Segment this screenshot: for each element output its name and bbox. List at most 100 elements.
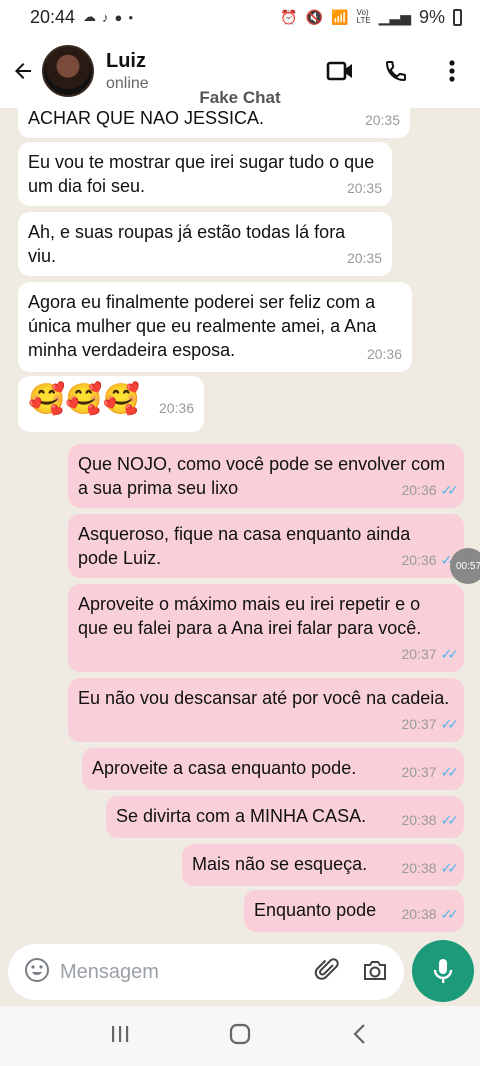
message-time: 20:38 bbox=[401, 906, 437, 922]
message-text: Eu não vou descansar até por você na cad… bbox=[78, 688, 450, 708]
contact-status: online bbox=[106, 74, 149, 92]
message-bubble-outgoing[interactable]: Aproveite a casa enquanto pode. 20:37 ✓✓ bbox=[82, 748, 464, 790]
message-bubble-outgoing[interactable]: Eu não vou descansar até por você na cad… bbox=[68, 678, 464, 742]
status-bar: 20:44 ☁ ♪ ● ● ⏰ 🔇 📶 Vo) LTE ▁▃▅ 9% bbox=[0, 0, 480, 34]
message-placeholder: Mensagem bbox=[60, 960, 159, 983]
message-meta: 20:36 ✓✓ bbox=[401, 548, 459, 572]
tiktok-icon: ♪ bbox=[102, 9, 109, 25]
message-bubble-incoming[interactable]: Agora eu finalmente poderei ser feliz co… bbox=[18, 282, 412, 372]
message-meta: 20:37 ✓✓ bbox=[401, 760, 460, 784]
message-time: 20:36 bbox=[366, 346, 402, 362]
message-text: Que NOJO, como você pode se envolver com… bbox=[78, 454, 446, 498]
message-bubble-incoming[interactable]: Eu vou te mostrar que irei sugar tudo o … bbox=[18, 142, 392, 206]
read-receipt-icon: ✓✓ bbox=[440, 646, 460, 662]
read-receipt-icon: ✓✓ bbox=[440, 812, 460, 828]
message-input[interactable]: Mensagem bbox=[8, 944, 404, 1000]
message-text: Enquanto pode bbox=[254, 900, 377, 920]
message-bubble-outgoing[interactable]: Enquanto pode 20:38 ✓✓ bbox=[244, 890, 464, 932]
avatar[interactable] bbox=[42, 45, 94, 97]
message-text: ACHAR QUE NAO JESSICA. bbox=[28, 108, 265, 128]
status-time: 20:44 bbox=[30, 6, 76, 27]
more-options-icon[interactable] bbox=[438, 57, 466, 85]
recording-timer-bubble[interactable]: 00:57 bbox=[450, 548, 480, 584]
recent-apps-icon[interactable] bbox=[109, 1023, 131, 1050]
composer-actions bbox=[314, 957, 388, 988]
header-actions bbox=[326, 57, 466, 85]
message-meta: 20:35 bbox=[347, 246, 382, 270]
message-bubble-incoming[interactable]: Ah, e suas roupas já estão todas lá fora… bbox=[18, 212, 392, 276]
video-call-icon[interactable] bbox=[326, 57, 354, 85]
system-navigation-bar bbox=[0, 1006, 480, 1066]
read-receipt-icon: ✓✓ bbox=[440, 482, 460, 498]
voice-call-icon[interactable] bbox=[382, 57, 410, 85]
message-text: Aproveite a casa enquanto pode. bbox=[92, 758, 357, 778]
message-bubble-outgoing[interactable]: Que NOJO, como você pode se envolver com… bbox=[68, 444, 464, 508]
composer-bar: Mensagem bbox=[0, 940, 480, 1006]
message-meta: 20:37 ✓✓ bbox=[401, 712, 460, 736]
message-meta: 20:35 bbox=[347, 176, 382, 200]
contact-name: Luiz bbox=[106, 49, 146, 72]
message-bubble-incoming[interactable]: 🥰🥰🥰 20:36 bbox=[18, 376, 204, 432]
message-time: 20:36 bbox=[401, 552, 437, 568]
message-list[interactable]: ACHAR QUE NAO JESSICA. 20:35 Eu vou te m… bbox=[0, 108, 480, 940]
attach-icon[interactable] bbox=[314, 957, 340, 988]
message-meta: 20:35 bbox=[365, 108, 400, 132]
message-meta: 20:38 ✓✓ bbox=[401, 856, 460, 880]
battery-percent: 9% bbox=[418, 6, 445, 27]
contact-info[interactable]: Luiz online bbox=[106, 50, 149, 93]
message-text: Mais não se esqueça. bbox=[192, 854, 368, 874]
camera-icon[interactable] bbox=[362, 958, 388, 987]
system-icons: ⏰ 🔇 📶 Vo) LTE ▁▃▅ 9% bbox=[280, 7, 462, 28]
home-icon[interactable] bbox=[228, 1022, 252, 1051]
message-bubble-outgoing[interactable]: Mais não se esqueça. 20:38 ✓✓ bbox=[182, 844, 464, 886]
message-meta: 20:37 ✓✓ bbox=[401, 642, 460, 666]
signal-icon: ▁▃▅ bbox=[378, 8, 411, 25]
wifi-icon: 📶 bbox=[331, 8, 349, 25]
message-time: 20:38 bbox=[401, 812, 437, 828]
message-text: Agora eu finalmente poderei ser feliz co… bbox=[28, 292, 377, 360]
message-time: 20:37 bbox=[401, 764, 437, 780]
back-nav-icon[interactable] bbox=[349, 1022, 371, 1051]
battery-icon bbox=[453, 8, 462, 26]
chat-header: Luiz online bbox=[0, 34, 480, 108]
message-time: 20:37 bbox=[401, 716, 437, 732]
message-text: Se divirta com a MINHA CASA. bbox=[116, 806, 367, 826]
notification-icons: ☁ ♪ ● ● bbox=[83, 9, 133, 25]
message-time: 20:35 bbox=[346, 250, 382, 266]
message-bubble-outgoing[interactable]: Asqueroso, fique na casa enquanto ainda … bbox=[68, 514, 464, 578]
message-bubble-outgoing[interactable]: Aproveite o máximo mais eu irei repetir … bbox=[68, 584, 464, 672]
message-time: 20:38 bbox=[401, 860, 437, 876]
message-time: 20:37 bbox=[401, 646, 437, 662]
message-meta: 20:36 bbox=[159, 390, 194, 426]
message-meta: 20:38 ✓✓ bbox=[401, 808, 460, 832]
read-receipt-icon: ✓✓ bbox=[440, 716, 460, 732]
dot-icon: ● bbox=[128, 12, 134, 22]
alarm-icon: ⏰ bbox=[280, 8, 298, 25]
read-receipt-icon: ✓✓ bbox=[440, 906, 460, 922]
message-meta: 20:38 ✓✓ bbox=[401, 902, 460, 926]
message-emoji: 🥰🥰🥰 bbox=[28, 383, 141, 416]
back-arrow-icon[interactable] bbox=[8, 56, 38, 86]
message-time: 20:35 bbox=[364, 112, 400, 128]
message-bubble-incoming[interactable]: ACHAR QUE NAO JESSICA. 20:35 bbox=[18, 108, 410, 138]
mic-button[interactable] bbox=[412, 940, 474, 1002]
message-bubble-outgoing[interactable]: Se divirta com a MINHA CASA. 20:38 ✓✓ bbox=[106, 796, 464, 838]
read-receipt-icon: ✓✓ bbox=[440, 764, 460, 780]
message-text: Aproveite o máximo mais eu irei repetir … bbox=[78, 594, 422, 638]
message-text: Ah, e suas roupas já estão todas lá fora… bbox=[28, 222, 346, 266]
message-meta: 20:36 ✓✓ bbox=[401, 478, 460, 502]
cloud-icon: ☁ bbox=[83, 9, 97, 24]
message-time: 20:36 bbox=[401, 482, 437, 498]
mute-icon: 🔇 bbox=[305, 8, 324, 25]
message-icon: ● bbox=[114, 9, 123, 25]
mic-icon bbox=[433, 959, 453, 983]
volte-icon: Vo) LTE bbox=[356, 8, 371, 25]
message-time: 20:36 bbox=[158, 400, 194, 416]
message-meta: 20:36 bbox=[367, 342, 402, 366]
message-text: Asqueroso, fique na casa enquanto ainda … bbox=[78, 524, 411, 568]
emoji-icon[interactable] bbox=[24, 957, 50, 988]
message-text: Eu vou te mostrar que irei sugar tudo o … bbox=[28, 152, 375, 196]
chat-screen: 20:44 ☁ ♪ ● ● ⏰ 🔇 📶 Vo) LTE ▁▃▅ 9% Luiz … bbox=[0, 0, 480, 1066]
message-time: 20:35 bbox=[346, 180, 382, 196]
read-receipt-icon: ✓✓ bbox=[440, 860, 460, 876]
